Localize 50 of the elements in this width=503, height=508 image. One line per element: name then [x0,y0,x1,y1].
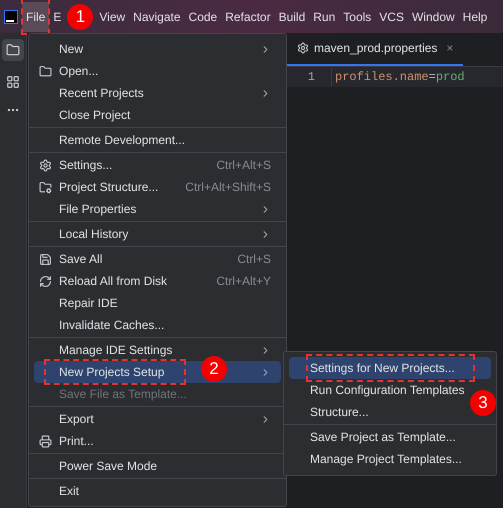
shortcut-label: Ctrl+Alt+Y [216,273,271,290]
menu-bar-item[interactable]: E [49,2,66,32]
app-logo-icon [4,10,18,24]
menu-item[interactable]: Open... [34,60,281,82]
menu-item[interactable]: Power Save Mode [34,455,281,477]
menu-item[interactable]: Project Structure... Ctrl+Alt+Shift+S [34,176,281,198]
save-icon [39,252,52,266]
folder-icon[interactable] [2,39,24,61]
menu-item[interactable]: Settings for New Projects... [289,357,491,379]
menu-item[interactable]: Run Configuration Templates [289,379,465,401]
code-line: profiles.name=prod [331,68,465,86]
close-icon[interactable]: × [446,39,454,57]
folder-gear-icon [39,180,52,194]
menu-bar-item[interactable]: Build [274,2,310,32]
settings-icon [297,42,309,54]
folder-icon [39,64,52,78]
menu-bar-item[interactable]: VCS [375,2,408,32]
menu-item[interactable]: Manage Project Templates... [289,448,462,470]
menu-item[interactable]: Settings... Ctrl+Alt+S [34,154,281,176]
menu-bar-item[interactable]: Run [309,2,340,32]
menu-item[interactable]: Remote Development... [34,129,281,151]
menu-bar-item[interactable]: Window [408,2,459,32]
menu-item[interactable]: Export [34,408,281,430]
menu-item[interactable]: Close Project [34,104,281,126]
menu-item[interactable]: Exit [34,480,281,502]
menu-bar-item[interactable]: Navigate [129,2,185,32]
line-number: 1 [306,69,316,86]
menu-item[interactable]: Print... [34,430,281,452]
menu-item[interactable]: Local History [34,223,281,245]
menu-item[interactable]: File Properties [34,198,281,220]
shortcut-label: Ctrl+Alt+S [216,157,271,174]
menu-item[interactable]: Repair IDE [34,292,281,314]
menu-bar-item[interactable]: Refactor [221,2,275,32]
printer-icon [39,434,52,448]
menu-bar-item[interactable]: Tools [339,2,376,32]
settings-icon [39,158,52,172]
menu-item[interactable]: Invalidate Caches... [34,314,281,336]
menu-item[interactable]: Save All Ctrl+S [34,248,281,270]
step-badge: 1 [67,4,94,30]
menu-item[interactable]: Reload All from Disk Ctrl+Alt+Y [34,270,281,292]
reload-icon [39,274,52,288]
menu-item[interactable]: Structure... [289,401,369,423]
menu-bar-item[interactable]: View [95,2,130,32]
menu-bar-item[interactable]: Help [458,2,492,32]
menu-item[interactable]: Save Project as Template... [289,426,456,448]
menu-item[interactable]: New [34,38,281,60]
shortcut-label: Ctrl+S [237,251,271,268]
menu-item[interactable]: Recent Projects [34,82,281,104]
menu-bar-item[interactable]: Code [184,2,222,32]
shortcut-label: Ctrl+Alt+Shift+S [185,179,271,196]
